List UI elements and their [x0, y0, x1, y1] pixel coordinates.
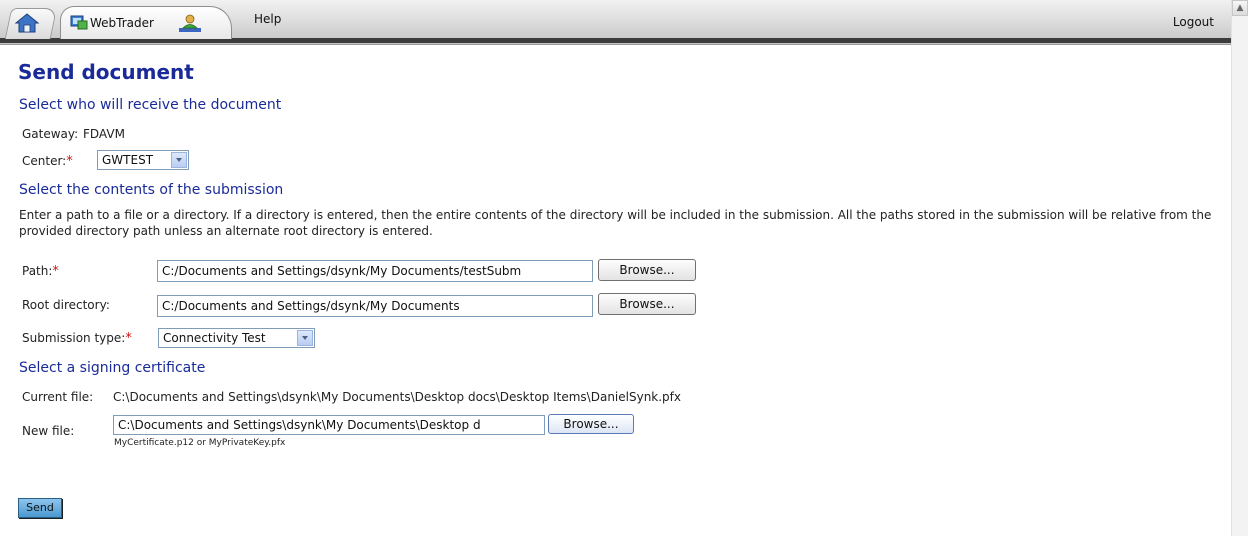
webtrader-icon	[70, 15, 88, 30]
new-file-label: New file:	[22, 424, 75, 438]
home-icon[interactable]	[14, 12, 40, 34]
chevron-down-icon[interactable]	[171, 152, 187, 168]
new-file-input[interactable]: C:\Documents and Settings\dsynk\My Docum…	[113, 415, 545, 435]
recipient-section-heading: Select who will receive the document	[19, 97, 282, 113]
required-marker: *	[125, 331, 132, 346]
center-select-value: GWTEST	[102, 153, 154, 167]
contents-section-heading: Select the contents of the submission	[19, 182, 284, 198]
path-browse-button[interactable]: Browse...	[598, 259, 696, 281]
submission-type-value: Connectivity Test	[163, 331, 266, 345]
vertical-scrollbar[interactable]	[1231, 0, 1248, 536]
center-select[interactable]: GWTEST	[97, 150, 189, 170]
page-title: Send document	[18, 60, 194, 84]
submission-type-label: Submission type:*	[22, 331, 132, 346]
send-button[interactable]: Send	[18, 498, 62, 518]
certificate-browse-button[interactable]: Browse...	[548, 414, 634, 434]
path-input[interactable]: C:/Documents and Settings/dsynk/My Docum…	[157, 260, 593, 282]
logout-link[interactable]: Logout	[1173, 15, 1214, 29]
certificate-file-hint: MyCertificate.p12 or MyPrivateKey.pfx	[114, 438, 286, 448]
submission-type-select[interactable]: Connectivity Test	[158, 328, 315, 348]
current-file-label: Current file:	[22, 390, 94, 404]
required-marker: *	[66, 154, 73, 169]
root-browse-button[interactable]: Browse...	[598, 293, 696, 315]
required-marker: *	[52, 264, 59, 279]
scroll-up-arrow-icon[interactable]: ▲	[1232, 0, 1248, 16]
help-link[interactable]: Help	[254, 12, 281, 26]
user-icon[interactable]	[178, 13, 202, 33]
gateway-value: FDAVM	[83, 127, 125, 141]
webtrader-tab-label[interactable]: WebTrader	[90, 16, 154, 30]
root-directory-input[interactable]: C:/Documents and Settings/dsynk/My Docum…	[157, 295, 593, 317]
path-label: Path:*	[22, 264, 59, 279]
certificate-section-heading: Select a signing certificate	[19, 360, 206, 376]
root-directory-label: Root directory:	[22, 298, 110, 312]
gateway-label: Gateway:	[22, 127, 79, 141]
contents-description: Enter a path to a file or a directory. I…	[19, 208, 1212, 238]
chevron-down-icon[interactable]	[297, 330, 313, 346]
center-label: Center:*	[22, 154, 73, 169]
current-file-value: C:\Documents and Settings\dsynk\My Docum…	[113, 390, 682, 404]
